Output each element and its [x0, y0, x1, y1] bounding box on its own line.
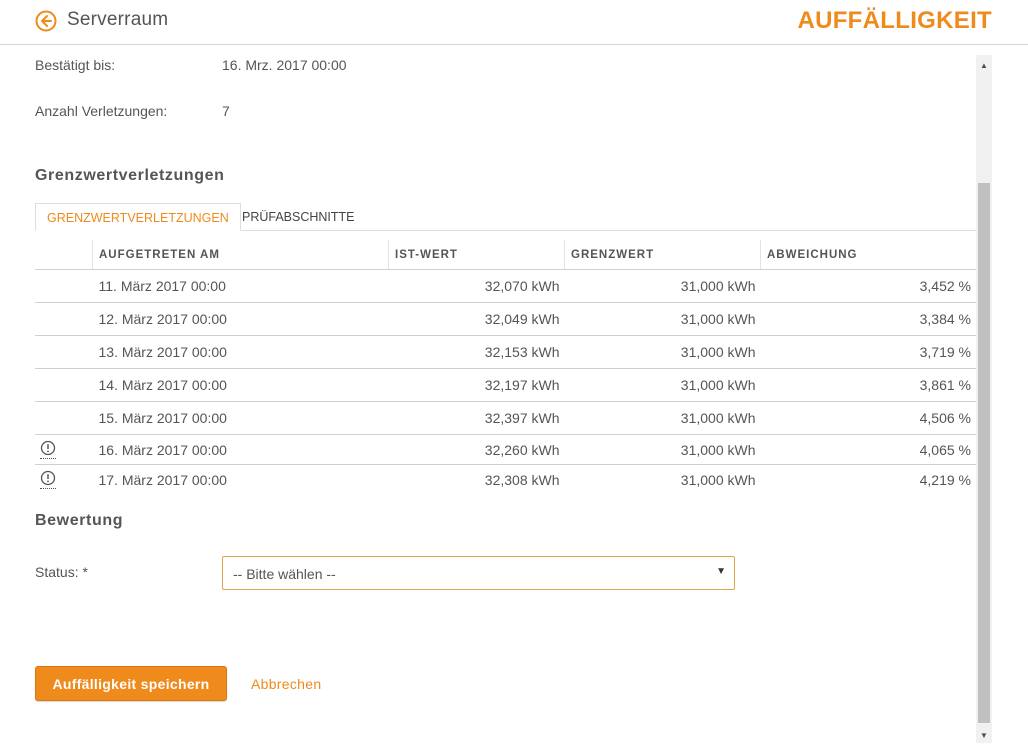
scroll-up-icon[interactable]: ▲ — [976, 59, 992, 73]
row-icon-cell — [35, 434, 93, 465]
arrow-left-circle-icon[interactable] — [35, 10, 57, 32]
table-row[interactable]: 16. März 2017 00:00 32,260 kWh 31,000 kWh 4… — [35, 434, 976, 465]
cell-limit-value: 31,000 kWh — [564, 434, 761, 465]
cell-actual-value: 32,197 kWh — [388, 368, 565, 402]
cell-deviation: 4,219 % — [919, 471, 971, 488]
limits-section-title: Grenzwertverletzungen — [35, 167, 225, 184]
rating-section-title: Bewertung — [35, 512, 124, 529]
row-icon-cell — [35, 269, 93, 303]
scroll-down-icon[interactable]: ▼ — [976, 729, 992, 743]
cell-actual-value: 32,070 kWh — [388, 269, 565, 303]
confirmed-until-label: Bestätigt bis: — [35, 57, 116, 73]
col-limit-header[interactable]: GRENZWERT — [564, 240, 761, 270]
cell-date: 13. März 2017 00:00 — [92, 335, 389, 369]
row-icon-cell — [35, 368, 93, 402]
row-icon-cell — [35, 302, 93, 336]
col-deviation-header[interactable]: ABWEICHUNG — [760, 240, 976, 270]
col-actual-header[interactable]: IST-WERT — [388, 240, 565, 270]
cell-date: 11. März 2017 00:00 — [92, 269, 389, 303]
cell-limit-value: 31,000 kWh — [564, 335, 761, 369]
row-icon-cell — [35, 465, 93, 495]
tab-limit-violations[interactable]: GRENZWERTVERLETZUNGEN — [35, 203, 241, 231]
save-anomaly-button[interactable]: Auffälligkeit speichern — [35, 666, 227, 701]
status-select[interactable]: -- Bitte wählen -- ▼ — [222, 556, 735, 590]
col-icon-header — [35, 240, 93, 270]
row-icon-cell — [35, 401, 93, 435]
table-row[interactable]: 13. März 2017 00:00 32,153 kWh 31,000 kWh 3… — [35, 335, 976, 369]
cell-deviation: 4,506 % — [760, 401, 976, 435]
status-label: Status: * — [35, 564, 88, 580]
warning-icon[interactable] — [40, 440, 56, 459]
confirmed-until-value: 16. Mrz. 2017 00:00 — [222, 57, 347, 73]
cell-date: 14. März 2017 00:00 — [92, 368, 389, 402]
cell-actual-value: 32,049 kWh — [388, 302, 565, 336]
cell-actual-value: 32,397 kWh — [388, 401, 565, 435]
table-row[interactable]: 14. März 2017 00:00 32,197 kWh 31,000 kWh 3… — [35, 368, 976, 402]
cell-limit-value: 31,000 kWh — [564, 269, 761, 303]
table-row[interactable]: 11. März 2017 00:00 32,070 kWh 31,000 kWh 3… — [35, 269, 976, 303]
violation-count-value: 7 — [222, 103, 230, 119]
table-header-row: AUFGETRETEN AM IST-WERT GRENZWERT ABWEIC… — [35, 240, 976, 270]
table-row[interactable]: 17. März 2017 00:00 32,308 kWh 31,000 kWh 4… — [35, 465, 976, 495]
cell-actual-value: 32,153 kWh — [388, 335, 565, 369]
violations-table: AUFGETRETEN AM IST-WERT GRENZWERT ABWEIC… — [35, 240, 976, 494]
limits-tabs: GRENZWERTVERLETZUNGEN PRÜFABSCHNITTE — [35, 203, 976, 231]
section-heading: AUFFÄLLIGKEIT — [797, 7, 992, 34]
cell-deviation: 3,719 % — [760, 335, 976, 369]
cell-date: 15. März 2017 00:00 — [92, 401, 389, 435]
cell-deviation: 3,384 % — [760, 302, 976, 336]
warning-icon[interactable] — [40, 470, 56, 489]
violation-count-label: Anzahl Verletzungen: — [35, 103, 168, 119]
table-row[interactable]: 12. März 2017 00:00 32,049 kWh 31,000 kWh 3… — [35, 302, 976, 336]
cell-limit-value: 31,000 kWh — [564, 401, 761, 435]
cell-actual-value: 32,308 kWh — [484, 471, 560, 488]
cell-deviation: 3,452 % — [760, 269, 976, 303]
cancel-link[interactable]: Abbrechen — [251, 676, 321, 692]
cell-date: 16. März 2017 00:00 — [92, 434, 389, 465]
row-icon-cell — [35, 335, 93, 369]
table-body: 11. März 2017 00:00 32,070 kWh 31,000 kWh 3… — [35, 269, 976, 495]
cell-limit-value: 31,000 kWh — [680, 471, 756, 488]
cell-limit-value: 31,000 kWh — [564, 302, 761, 336]
main-content: Bestätigt bis: 16. Mrz. 2017 00:00 Anzah… — [0, 45, 976, 751]
page-title: Serverraum — [67, 9, 169, 30]
cell-date: 17. März 2017 00:00 — [98, 471, 227, 488]
status-selected-value: -- Bitte wählen -- — [233, 566, 336, 582]
top-bar: Serverraum AUFFÄLLIGKEIT — [0, 0, 1028, 45]
col-date-header[interactable]: AUFGETRETEN AM — [92, 240, 389, 270]
cell-deviation: 4,065 % — [760, 434, 976, 465]
cell-limit-value: 31,000 kWh — [564, 368, 761, 402]
caret-down-icon: ▼ — [716, 566, 726, 577]
vertical-scrollbar[interactable]: ▲ ▼ — [976, 55, 992, 743]
cell-actual-value: 32,260 kWh — [388, 434, 565, 465]
tab-test-periods[interactable]: PRÜFABSCHNITTE — [231, 203, 366, 230]
cell-date: 12. März 2017 00:00 — [92, 302, 389, 336]
table-row[interactable]: 15. März 2017 00:00 32,397 kWh 31,000 kWh 4… — [35, 401, 976, 435]
cell-deviation: 3,861 % — [760, 368, 976, 402]
scrollbar-thumb[interactable] — [978, 183, 990, 723]
